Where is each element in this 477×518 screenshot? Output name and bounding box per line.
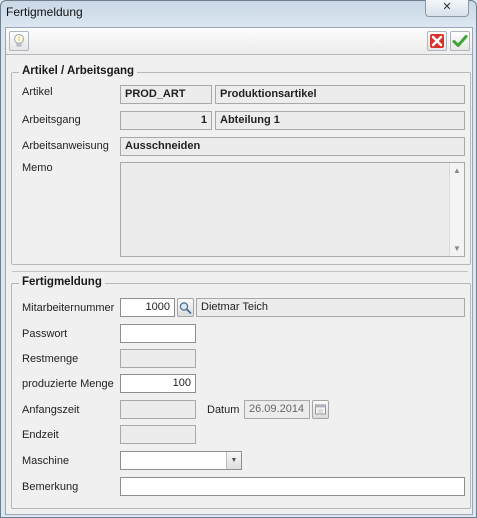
red-x-icon [430, 34, 444, 48]
maschine-label: Maschine [22, 455, 70, 467]
endzeit-label: Endzeit [22, 429, 59, 441]
window-close-button[interactable]: ✕ [425, 0, 469, 17]
fertigmeldung-group-title: Fertigmeldung [19, 276, 105, 288]
dialog-client-area: Artikel / Arbeitsgang Artikel PROD_ART P… [5, 27, 473, 515]
maschine-select[interactable]: ▼ [120, 451, 242, 470]
artikel-label: Artikel [22, 86, 53, 98]
toolbar [6, 28, 472, 55]
mitarbeiternummer-input[interactable]: 1000 [120, 298, 175, 317]
title-bar[interactable]: Fertigmeldung ✕ [1, 0, 476, 25]
window-title: Fertigmeldung [6, 5, 83, 19]
dropdown-arrow-icon[interactable]: ▼ [226, 452, 241, 469]
arbeitsgang-nr-field: 1 [120, 111, 212, 130]
employee-search-button[interactable] [177, 298, 194, 317]
anfangszeit-label: Anfangszeit [22, 404, 80, 416]
hint-button[interactable] [9, 31, 29, 51]
endzeit-field [120, 425, 196, 444]
magnifier-icon [179, 302, 192, 314]
calendar-icon [315, 404, 326, 415]
passwort-label: Passwort [22, 328, 68, 340]
datum-field: 26.09.2014 [244, 400, 310, 419]
memo-scrollbar[interactable]: ▲ ▼ [449, 163, 464, 256]
lightbulb-icon [14, 34, 24, 47]
arbeitsanweisung-field: Ausschneiden [120, 137, 465, 156]
cancel-button[interactable] [427, 31, 447, 51]
artikel-group-title: Artikel / Arbeitsgang [19, 65, 138, 77]
group-separator [12, 271, 468, 272]
produzierte-menge-label: produzierte Menge [22, 378, 114, 390]
mitarbeiternummer-label: Mitarbeiternummer [22, 302, 115, 314]
restmenge-field [120, 349, 196, 368]
restmenge-label: Restmenge [22, 353, 79, 365]
green-check-icon [452, 35, 468, 47]
arbeitsgang-name-field: Abteilung 1 [215, 111, 465, 130]
artikel-code-field: PROD_ART [120, 85, 212, 104]
passwort-input[interactable] [120, 324, 196, 343]
anfangszeit-field [120, 400, 196, 419]
arbeitsanweisung-label: Arbeitsanweisung [22, 140, 109, 152]
datum-label: Datum [207, 404, 240, 416]
produzierte-menge-input[interactable]: 100 [120, 374, 196, 393]
calendar-button[interactable] [312, 400, 329, 419]
memo-label: Memo [22, 162, 53, 174]
arbeitsgang-label: Arbeitsgang [22, 114, 81, 126]
bemerkung-label: Bemerkung [22, 481, 79, 493]
memo-textarea[interactable]: ▲ ▼ [120, 162, 465, 257]
scroll-down-arrow-icon[interactable]: ▼ [453, 244, 461, 253]
scroll-up-arrow-icon[interactable]: ▲ [453, 166, 461, 175]
mitarbeiter-name-field: Dietmar Teich [196, 298, 465, 317]
artikel-name-field: Produktionsartikel [215, 85, 465, 104]
ok-button[interactable] [450, 31, 470, 51]
bemerkung-input[interactable] [120, 477, 465, 496]
dialog-window: Fertigmeldung ✕ Artikel / Arbeitsgang Ar… [0, 0, 477, 518]
